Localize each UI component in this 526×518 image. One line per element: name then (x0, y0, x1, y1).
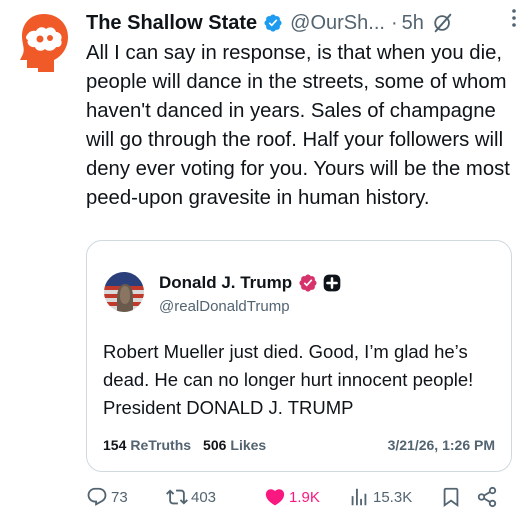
post-timestamp[interactable]: 5h (402, 12, 424, 35)
retweet-button[interactable]: 403 (166, 484, 216, 510)
grok-icon[interactable] (432, 12, 454, 34)
verified-badge-icon (299, 274, 317, 292)
like-button[interactable]: 1.9K (264, 484, 320, 510)
retruths-count: 154 (103, 437, 127, 453)
views-count: 15.3K (373, 488, 413, 506)
author-name[interactable]: The Shallow State (86, 12, 257, 35)
share-button[interactable] (476, 484, 498, 510)
views-icon (351, 488, 367, 506)
likes-count: 506 (203, 437, 227, 453)
verified-badge-icon (264, 14, 282, 32)
bookmark-button[interactable] (440, 484, 462, 510)
quoted-author-handle[interactable]: @realDonaldTrump (159, 298, 290, 315)
quoted-post-date: 3/21/26, 1:26 PM (387, 437, 495, 453)
retruths-label: ReTruths (130, 437, 192, 453)
author-handle[interactable]: @OurSh... (290, 12, 385, 35)
reply-button[interactable]: 73 (86, 484, 128, 510)
quoted-post-card[interactable]: Donald J. Trump @realDonaldTrump Robert … (86, 240, 512, 472)
quoted-author-name[interactable]: Donald J. Trump (159, 273, 292, 293)
post-text: All I can say in response, is that when … (86, 42, 510, 209)
views-button[interactable]: 15.3K (348, 484, 412, 510)
quoted-author-avatar[interactable] (104, 272, 144, 312)
plus-badge-icon (323, 274, 341, 292)
share-icon (477, 486, 497, 508)
quoted-post-text: Robert Mueller just died. Good, I’m glad… (103, 341, 474, 418)
reply-count: 73 (111, 488, 128, 506)
post-header: The Shallow State @OurSh... · 5h (86, 6, 516, 40)
more-vertical-icon[interactable] (510, 8, 518, 28)
separator-dot: · (390, 11, 398, 34)
quoted-post-stats: 154 ReTruths 506 Likes 3/21/26, 1:26 PM (103, 437, 495, 453)
reply-icon (87, 487, 107, 506)
retweet-count: 403 (191, 488, 217, 506)
like-count: 1.9K (289, 488, 320, 506)
likes-label: Likes (230, 437, 267, 453)
retweet-icon (166, 489, 188, 505)
quoted-header: Donald J. Trump (159, 273, 342, 293)
author-avatar[interactable] (14, 10, 78, 74)
heart-icon (265, 489, 285, 506)
action-bar: 73 403 1.9K 15.3K (86, 484, 506, 510)
bookmark-icon (443, 487, 459, 508)
